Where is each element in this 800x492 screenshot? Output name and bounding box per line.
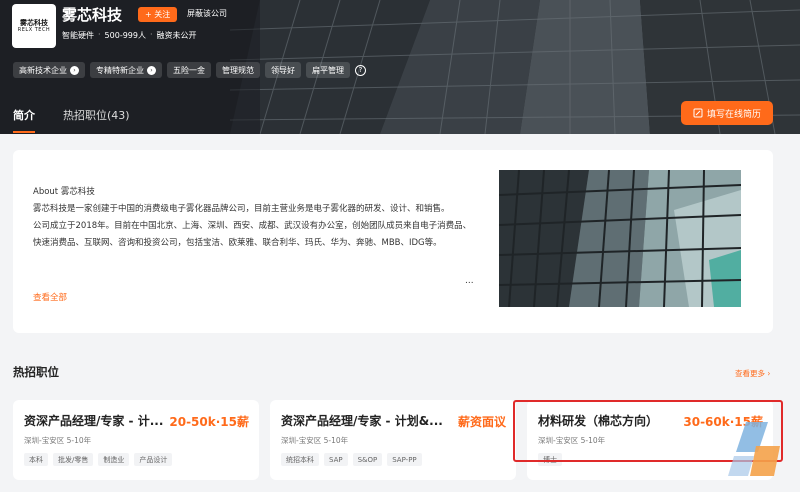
tab-jobs[interactable]: 热招职位(43) [63,107,130,133]
hot-jobs-title: 热招职位 [13,365,59,379]
see-more-link[interactable]: 查看更多 › [735,368,770,379]
tag-flat-management: 扁平管理 [306,62,350,78]
company-logo: 雾芯科技 RELX TECH [12,4,56,48]
ellipsis: ... [465,276,474,286]
watermark-logo [728,422,780,476]
tag-label: 高新技术企业 [19,65,67,75]
job-tag: SAP [324,453,348,466]
job-tag: SAP-PP [387,453,422,466]
job-tag: 制造业 [98,453,130,466]
job-salary: 20-50k·15薪 [169,415,249,429]
office-building-image [499,170,741,307]
tag-management: 管理规范 [216,62,260,78]
tag-leadership: 领导好 [265,62,301,78]
meta-separator: · [98,30,101,39]
tag-specialized[interactable]: 专精特新企业 › [90,62,162,78]
company-name: 雾芯科技 [62,6,123,24]
about-card: About 雾芯科技 雾芯科技是一家创建于中国的消费级电子雾化器品牌公司，目前主… [13,150,773,333]
logo-subtext: RELX TECH [17,27,51,33]
company-tabs: 简介 热招职位(43) [13,107,130,133]
help-icon[interactable]: ? [355,64,366,76]
chevron-right-icon: › [767,369,771,378]
chevron-right-icon: › [147,65,156,75]
chevron-right-icon: › [70,65,79,75]
job-tag: S&OP [352,453,383,466]
see-all-link[interactable]: 查看全部 [33,291,67,303]
job-location: 深圳-宝安区 5-10年 [281,436,349,445]
logo-text: 雾芯科技 [20,19,48,27]
about-title: About 雾芯科技 [33,187,95,197]
job-tag: 产品设计 [134,453,173,466]
job-title: 资深产品经理/专家 - 计... [24,414,164,428]
job-tag: 统招本科 [281,453,319,466]
tab-intro[interactable]: 简介 [13,107,35,133]
tag-benefits: 五险一金 [167,62,211,78]
company-tags: 高新技术企业 › 专精特新企业 › 五险一金 管理规范 领导好 扁平管理 ? [13,62,366,78]
job-tags: 统招本科 SAP S&OP SAP-PP [281,453,422,466]
fill-resume-label: 填写在线简历 [706,109,761,120]
job-location: 深圳-宝安区 5-10年 [538,436,606,445]
job-title: 资深产品经理/专家 - 计划&... [281,414,443,428]
job-tag: 批发/零售 [53,453,94,466]
job-tag: 本科 [24,453,48,466]
tag-label: 管理规范 [222,65,254,75]
company-meta: 智能硬件 · 500-999人 · 融资未公开 [62,30,197,41]
funding-label: 融资未公开 [156,31,197,40]
tag-label: 专精特新企业 [96,65,144,75]
company-header: 雾芯科技 RELX TECH 雾芯科技 + 关注 屏蔽该公司 智能硬件 · 50… [0,0,800,134]
edit-icon [693,108,703,118]
job-card[interactable]: 资深产品经理/专家 - 计... 20-50k·15薪 深圳-宝安区 5-10年… [13,400,259,480]
job-tags: 博士 [538,453,562,466]
company-size-label: 500-999人 [104,31,146,40]
tag-high-tech[interactable]: 高新技术企业 › [13,62,85,78]
about-paragraph: 公司成立于2018年。目前在中国北京、上海、深圳、西安、成都、武汉设有办公室，创… [33,221,472,248]
job-location: 深圳-宝安区 5-10年 [24,436,92,445]
job-salary: 薪资面议 [457,415,506,429]
fill-resume-button[interactable]: 填写在线简历 [681,101,773,125]
tag-label: 五险一金 [173,65,205,75]
job-title: 材料研发（棉芯方向） [538,414,659,428]
about-paragraph: 雾芯科技是一家创建于中国的消费级电子雾化器品牌公司，目前主营业务是电子雾化器的研… [33,204,450,214]
block-company-link[interactable]: 屏蔽该公司 [187,8,227,19]
see-more-label: 查看更多 [735,369,765,378]
tag-label: 扁平管理 [312,65,344,75]
follow-button[interactable]: + 关注 [138,7,178,22]
job-tags: 本科 批发/零售 制造业 产品设计 [24,453,173,466]
job-tag: 博士 [538,453,562,466]
meta-separator: · [149,30,153,39]
tag-label: 领导好 [271,65,295,75]
about-text: About 雾芯科技 雾芯科技是一家创建于中国的消费级电子雾化器品牌公司，目前主… [33,184,473,252]
job-card[interactable]: 资深产品经理/专家 - 计划&... 薪资面议 深圳-宝安区 5-10年 统招本… [270,400,516,480]
industry-label: 智能硬件 [62,31,94,40]
